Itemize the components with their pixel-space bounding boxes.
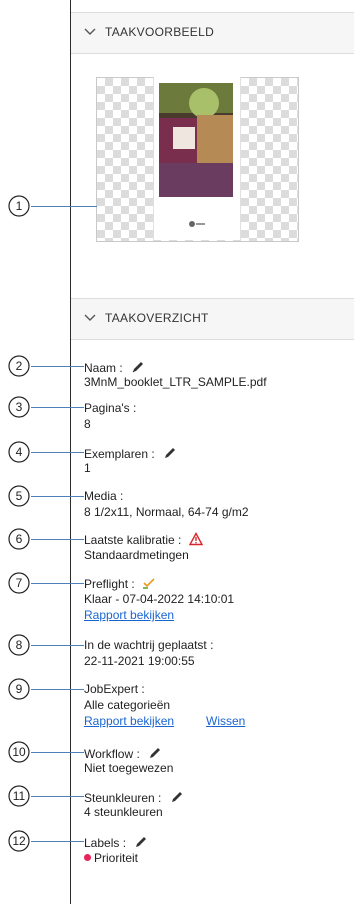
name-value: 3MnM_booklet_LTR_SAMPLE.pdf xyxy=(84,375,267,389)
callout-11: 11 xyxy=(8,785,30,807)
callout-12: 12 xyxy=(8,830,30,852)
svg-text:8: 8 xyxy=(16,638,23,652)
section-title: TAAKVOORBEELD xyxy=(105,25,215,39)
svg-text:11: 11 xyxy=(13,789,26,803)
spot-label: Steunkleuren : xyxy=(84,791,162,805)
callout-leader xyxy=(31,539,84,540)
callout-leader xyxy=(31,645,84,646)
workflow-label: Workflow : xyxy=(84,747,140,761)
chevron-down-icon xyxy=(84,314,96,321)
jobexpert-value: Alle categorieën xyxy=(84,698,171,712)
callout-leader xyxy=(31,841,84,842)
callout-leader xyxy=(31,206,97,207)
pages-value: 8 xyxy=(84,417,91,431)
calibration-value: Standaardmetingen xyxy=(84,548,189,562)
svg-text:9: 9 xyxy=(16,682,23,696)
edit-pencil-icon[interactable] xyxy=(130,359,146,375)
media-label: Media : xyxy=(84,489,124,503)
callout-leader xyxy=(31,496,84,497)
calibration-label: Laatste kalibratie : xyxy=(84,533,182,547)
thumbnail-image xyxy=(159,83,233,197)
callout-4: 4 xyxy=(8,441,30,463)
edit-pencil-icon[interactable] xyxy=(162,445,178,461)
pages-label: Pagina's : xyxy=(84,401,137,415)
svg-text:6: 6 xyxy=(16,532,23,546)
priority-label-text: Prioriteit xyxy=(94,851,139,865)
preflight-field: Preflight : xyxy=(84,576,156,591)
callout-leader xyxy=(31,583,84,584)
warning-triangle-icon xyxy=(188,532,203,546)
svg-text:4: 4 xyxy=(16,445,23,459)
labels-field: Labels : xyxy=(84,834,149,850)
name-field: Naam : xyxy=(84,359,146,375)
jobexpert-label: JobExpert : xyxy=(84,682,145,696)
labels-label: Labels : xyxy=(84,836,127,850)
callout-leader xyxy=(31,796,84,797)
callout-leader xyxy=(31,752,84,753)
jobexpert-report-link[interactable]: Rapport bekijken xyxy=(84,714,174,728)
queued-value: 22-11-2021 19:00:55 xyxy=(84,654,195,668)
callout-8: 8 xyxy=(8,634,30,656)
callout-leader xyxy=(31,407,84,408)
workflow-field: Workflow : xyxy=(84,745,163,761)
callout-leader xyxy=(31,452,84,453)
svg-text:1: 1 xyxy=(16,199,23,213)
name-label: Naam : xyxy=(84,361,123,375)
svg-text:10: 10 xyxy=(12,745,26,759)
spot-value: 4 steunkleuren xyxy=(84,805,163,819)
copies-field: Exemplaren : xyxy=(84,445,178,461)
priority-dot-icon xyxy=(84,854,91,861)
callout-9: 9 xyxy=(8,678,30,700)
preflight-check-icon xyxy=(143,578,155,589)
svg-text:2: 2 xyxy=(16,359,23,373)
copies-value: 1 xyxy=(84,461,91,475)
media-value: 8 1/2x11, Normaal, 64-74 g/m2 xyxy=(84,505,249,519)
svg-text:12: 12 xyxy=(12,834,26,848)
svg-text:5: 5 xyxy=(16,489,23,503)
section-title: TAAKOVERZICHT xyxy=(105,311,209,325)
svg-text:7: 7 xyxy=(16,576,23,590)
callout-1: 1 xyxy=(8,195,30,217)
job-preview-header[interactable]: TAAKVOORBEELD xyxy=(71,12,354,54)
preflight-report-link[interactable]: Rapport bekijken xyxy=(84,608,174,622)
callout-leader xyxy=(31,689,84,690)
queued-label: In de wachtrij geplaatst : xyxy=(84,638,214,652)
edit-pencil-icon[interactable] xyxy=(133,834,149,850)
copies-label: Exemplaren : xyxy=(84,447,155,461)
priority-label-tag: Prioriteit xyxy=(84,851,138,865)
spot-field: Steunkleuren : xyxy=(84,789,185,805)
thumbnail-logo xyxy=(189,221,205,227)
callout-6: 6 xyxy=(8,528,30,550)
chevron-down-icon xyxy=(84,28,96,35)
jobexpert-clear-link[interactable]: Wissen xyxy=(206,714,245,728)
job-summary-header[interactable]: TAAKOVERZICHT xyxy=(71,298,354,340)
svg-text:3: 3 xyxy=(16,400,23,414)
callout-leader xyxy=(31,366,84,367)
edit-pencil-icon[interactable] xyxy=(147,745,163,761)
callout-5: 5 xyxy=(8,485,30,507)
workflow-value: Niet toegewezen xyxy=(84,761,174,775)
calibration-field: Laatste kalibratie : xyxy=(84,532,203,547)
callout-7: 7 xyxy=(8,572,30,594)
callout-10: 10 xyxy=(8,741,30,763)
edit-pencil-icon[interactable] xyxy=(169,789,185,805)
preflight-label: Preflight : xyxy=(84,577,135,591)
callout-3: 3 xyxy=(8,396,30,418)
callout-2: 2 xyxy=(8,355,30,377)
preflight-value: Klaar - 07-04-2022 14:10:01 xyxy=(84,592,235,606)
